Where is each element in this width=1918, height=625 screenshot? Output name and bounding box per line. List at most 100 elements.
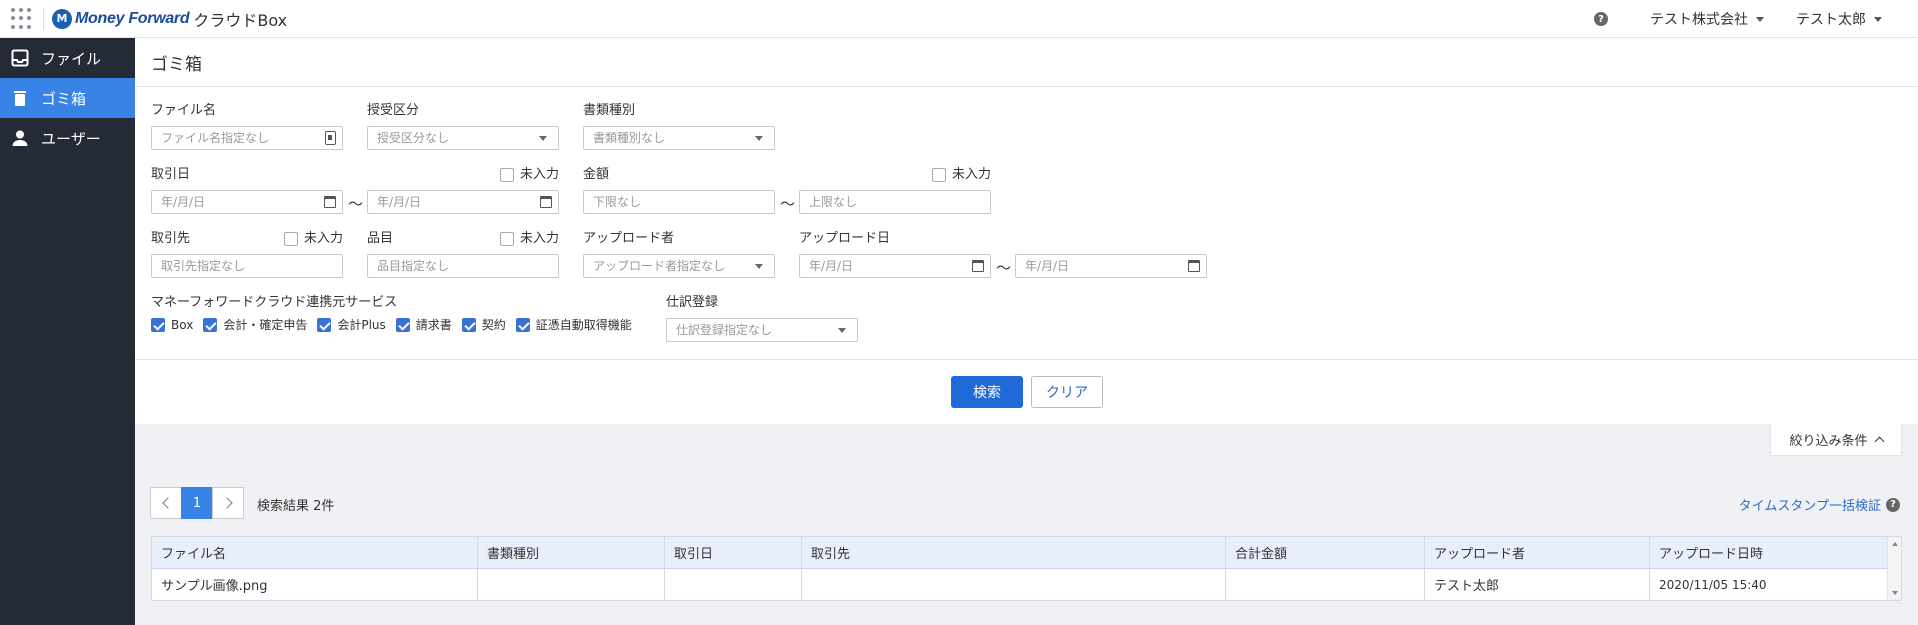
file-name-label: ファイル名 — [151, 103, 217, 118]
results-table: ファイル名 書類種別 取引日 取引先 合計金額 アップロード者 アップロード日時… — [151, 536, 1902, 601]
scroll-up-icon[interactable] — [1892, 542, 1898, 546]
service-checkbox-accounting[interactable]: 会計・確定申告 — [203, 316, 307, 333]
journal-field: 仕訳登録 仕訳登録指定なし — [666, 294, 858, 342]
cell-uploader: テスト太郎 — [1425, 569, 1650, 600]
service-label: 会計Plus — [337, 318, 386, 332]
header-divider — [43, 7, 44, 30]
service-checkbox-invoice[interactable]: 請求書 — [395, 316, 452, 333]
sidebar-item-users[interactable]: ユーザー — [0, 118, 135, 158]
top-bar: M Money Forward クラウドBox ? テスト株式会社 テスト太郎 — [0, 0, 1918, 38]
main-content: ゴミ箱 ファイル名 ファイル名指定なし 授受区分 授受区分なし 書類種別 書類種… — [135, 38, 1918, 625]
form-divider — [135, 359, 1918, 360]
column-header[interactable]: 取引先 — [802, 537, 1226, 568]
journal-select[interactable]: 仕訳登録指定なし — [666, 318, 858, 342]
timestamp-verify-link[interactable]: タイムスタンプ一括検証 ? — [1739, 495, 1900, 514]
sidebar-item-label: ユーザー — [41, 129, 101, 148]
uploader-select[interactable]: アップロード者指定なし — [583, 254, 775, 278]
range-separator: 〜 — [780, 195, 796, 213]
trash-icon — [11, 89, 29, 107]
logo[interactable]: M Money Forward クラウドBox — [52, 7, 287, 31]
amount-min-field: 金額 下限なし — [583, 166, 775, 214]
calendar-icon[interactable] — [1188, 260, 1200, 272]
chevron-up-icon — [1874, 436, 1884, 447]
page-title: ゴミ箱 — [135, 38, 1918, 87]
service-checkbox-auto-receipt[interactable]: 証憑自動取得機能 — [515, 316, 632, 333]
column-header[interactable]: 合計金額 — [1226, 537, 1425, 568]
amount-empty-checkbox[interactable]: 未入力 — [931, 166, 991, 184]
table-row[interactable]: サンプル画像.png テスト太郎 2020/11/05 15:40 — [152, 569, 1901, 600]
logo-text: Money Forward — [75, 9, 190, 27]
search-button[interactable]: 検索 — [951, 376, 1023, 408]
column-header[interactable]: 書類種別 — [478, 537, 665, 568]
sidebar-item-trash[interactable]: ゴミ箱 — [0, 78, 135, 118]
prev-page-button[interactable] — [150, 487, 182, 519]
amount-min-input[interactable]: 下限なし — [583, 190, 775, 214]
service-checkbox-contract[interactable]: 契約 — [461, 316, 506, 333]
empty-label: 未入力 — [951, 167, 991, 182]
calendar-icon[interactable] — [324, 196, 336, 208]
user-menu[interactable]: テスト太郎 — [1796, 9, 1882, 29]
service-label: 請求書 — [415, 318, 452, 332]
range-separator: 〜 — [348, 195, 364, 213]
sidebar-item-label: ファイル — [41, 49, 102, 68]
column-header[interactable]: アップロード日時 — [1650, 537, 1887, 568]
doc-type-field: 書類種別 書類種別なし — [583, 102, 775, 150]
file-name-field: ファイル名 ファイル名指定なし — [151, 102, 343, 150]
empty-label: 未入力 — [303, 231, 343, 246]
table-scrollbar[interactable] — [1887, 537, 1901, 600]
help-icon[interactable]: ? — [1886, 497, 1900, 512]
column-header[interactable]: 取引日 — [665, 537, 802, 568]
chevron-down-icon — [755, 264, 763, 269]
upload-date-label: アップロード日 — [799, 231, 891, 246]
sidebar-item-files[interactable]: ファイル — [0, 38, 135, 78]
calendar-icon[interactable] — [972, 260, 984, 272]
upload-date-from-input[interactable]: 年/月/日 — [799, 254, 991, 278]
checkbox-checked-icon — [203, 317, 218, 332]
scroll-down-icon[interactable] — [1892, 591, 1898, 595]
service-checkbox-accounting-plus[interactable]: 会計Plus — [317, 316, 386, 333]
service-label: 契約 — [481, 318, 506, 332]
clear-button[interactable]: クリア — [1031, 376, 1103, 408]
inbox-icon — [11, 49, 29, 67]
cell-upload-datetime: 2020/11/05 15:40 — [1659, 577, 1767, 592]
file-name-input[interactable]: ファイル名指定なし — [151, 126, 343, 150]
transfer-type-select[interactable]: 授受区分なし — [367, 126, 559, 150]
product-name: クラウドBox — [193, 10, 288, 30]
page-button[interactable]: 1 — [181, 487, 213, 519]
item-empty-checkbox[interactable]: 未入力 — [499, 230, 559, 248]
company-menu[interactable]: テスト株式会社 — [1650, 9, 1764, 29]
doc-type-select[interactable]: 書類種別なし — [583, 126, 775, 150]
uploader-field: アップロード者 アップロード者指定なし — [583, 230, 775, 278]
amount-max-placeholder: 上限なし — [809, 195, 858, 209]
upload-date-to-input[interactable]: 年/月/日 — [1015, 254, 1207, 278]
filter-toggle-button[interactable]: 絞り込み条件 — [1770, 424, 1902, 456]
amount-max-input[interactable]: 上限なし — [799, 190, 991, 214]
services-field: マネーフォワードクラウド連携元サービス — [151, 294, 651, 312]
item-field: 品目 未入力 品目指定なし — [367, 230, 559, 278]
trade-date-empty-checkbox[interactable]: 未入力 — [499, 166, 559, 184]
transfer-type-field: 授受区分 授受区分なし — [367, 102, 559, 150]
trade-date-label: 取引日 — [151, 167, 191, 182]
partner-input[interactable]: 取引先指定なし — [151, 254, 343, 278]
column-header[interactable]: アップロード者 — [1425, 537, 1650, 568]
partner-field: 取引先 未入力 取引先指定なし — [151, 230, 343, 278]
app-grid-icon[interactable] — [11, 7, 33, 30]
cell-trade-date — [665, 569, 802, 600]
checkbox-icon — [499, 232, 514, 246]
item-input[interactable]: 品目指定なし — [367, 254, 559, 278]
partner-empty-checkbox[interactable]: 未入力 — [283, 230, 343, 248]
trade-date-to-field: 未入力 年/月/日 — [367, 166, 559, 214]
trade-date-to-input[interactable]: 年/月/日 — [367, 190, 559, 214]
service-checkbox-box[interactable]: Box — [151, 317, 193, 332]
service-label: 会計・確定申告 — [223, 318, 308, 332]
journal-label: 仕訳登録 — [666, 295, 719, 310]
trade-date-to-placeholder: 年/月/日 — [377, 195, 422, 209]
calendar-icon[interactable] — [540, 196, 552, 208]
cell-file-name[interactable]: サンプル画像.png — [152, 569, 478, 600]
services-checkboxes: Box 会計・確定申告 会計Plus 請求書 契約 証憑自動取得機能 — [151, 316, 642, 333]
help-icon[interactable]: ? — [1594, 12, 1608, 26]
trade-date-from-input[interactable]: 年/月/日 — [151, 190, 343, 214]
next-page-button[interactable] — [212, 487, 244, 519]
amount-max-field: 未入力 上限なし — [799, 166, 991, 214]
column-header[interactable]: ファイル名 — [152, 537, 478, 568]
